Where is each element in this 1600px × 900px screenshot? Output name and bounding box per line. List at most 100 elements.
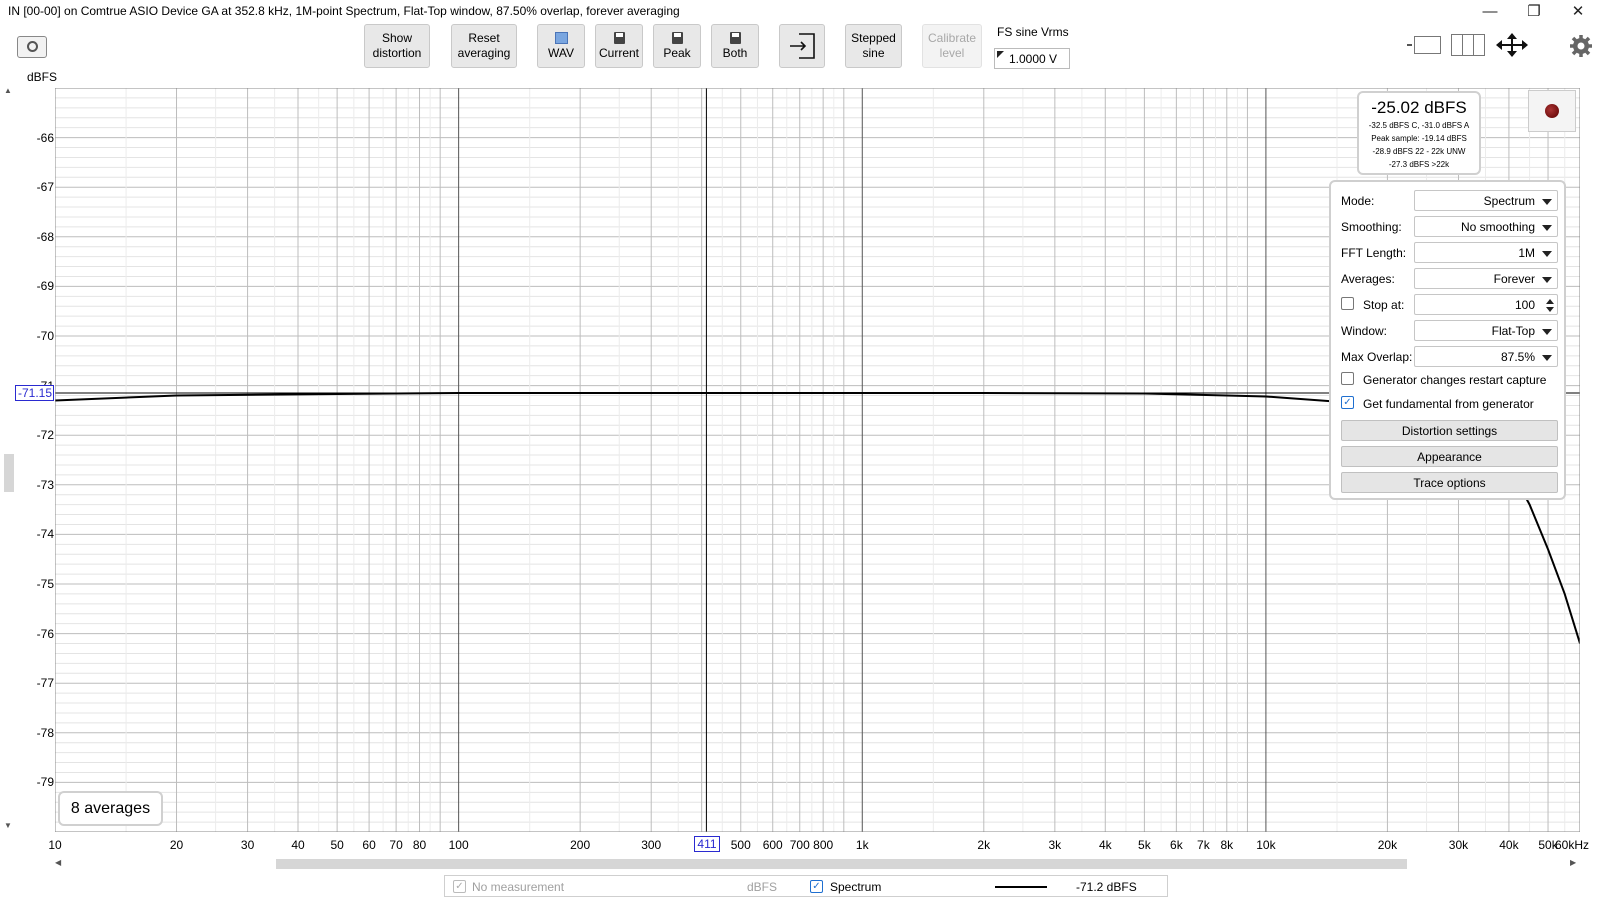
save-current-button[interactable]: Current — [595, 24, 643, 68]
y-tick-label: -79 — [36, 775, 54, 790]
split-pane-icon[interactable] — [1451, 34, 1485, 56]
fs-sine-input[interactable]: 1.0000 V — [994, 48, 1070, 69]
x-tick-label: 2k — [977, 838, 991, 852]
x-tick-label: 100 — [448, 838, 469, 852]
spectrum-value: -71.2 dBFS — [1076, 880, 1137, 894]
x-tick-label: 4k — [1098, 838, 1112, 852]
calibrate-level-button[interactable]: Calibrate level — [922, 24, 982, 68]
y-tick-label: -76 — [36, 626, 54, 641]
trace-options-button[interactable]: Trace options — [1341, 472, 1558, 493]
level-main-value: -25.02 dBFS — [1371, 98, 1467, 117]
y-tick-label: -68 — [36, 229, 54, 244]
generator-restart-label: Generator changes restart capture — [1363, 373, 1547, 387]
reset-line2: averaging — [457, 46, 511, 60]
spin-down-icon[interactable] — [1546, 307, 1554, 312]
scroll-down-arrow-icon[interactable]: ▼ — [4, 821, 12, 830]
window-label: Window: — [1341, 324, 1388, 338]
stepped-sine-button[interactable]: Stepped sine — [845, 24, 902, 68]
show-distortion-button[interactable]: Show distortion — [364, 24, 430, 68]
window-value: Flat-Top — [1491, 324, 1535, 338]
y-tick-label: -75 — [36, 577, 54, 591]
close-button[interactable]: ✕ — [1556, 0, 1600, 22]
fft-length-select[interactable]: 1M — [1414, 242, 1558, 263]
max-overlap-select[interactable]: 87.5% — [1414, 346, 1558, 367]
no-measurement-checkbox[interactable]: ✓ — [453, 880, 466, 893]
x-tick-label: 1k — [855, 838, 869, 852]
fs-sine-label: FS sine Vrms — [997, 25, 1069, 39]
title-bar: IN [00-00] on Comtrue ASIO Device GA at … — [0, 0, 1600, 22]
save-icon — [729, 31, 741, 44]
x-tick-label: 5k — [1138, 838, 1151, 852]
toolbar: Show distortion Reset averaging WAV Curr… — [0, 22, 1600, 74]
save-peak-button[interactable]: Peak — [653, 24, 701, 68]
stop-at-value: 100 — [1514, 298, 1535, 312]
appearance-button[interactable]: Appearance — [1341, 446, 1558, 467]
current-label: Current — [598, 45, 639, 60]
x-tick-label: 50 — [330, 838, 344, 852]
y-tick-label: -77 — [36, 676, 54, 691]
minimize-button[interactable]: — — [1468, 0, 1512, 22]
stop-at-input[interactable]: 100 — [1414, 294, 1558, 315]
wav-button[interactable]: WAV — [537, 24, 585, 68]
horizontal-scroll-thumb[interactable] — [276, 859, 1407, 869]
save-both-button[interactable]: Both — [711, 24, 759, 68]
move-icon[interactable] — [1494, 32, 1530, 58]
level-unweighted: -28.9 dBFS 22 - 22k UNW — [1372, 147, 1466, 156]
smoothing-value: No smoothing — [1460, 220, 1535, 234]
chevron-down-icon — [1542, 277, 1552, 283]
window-title: IN [00-00] on Comtrue ASIO Device GA at … — [8, 4, 680, 18]
x-tick-label: 6k — [1170, 838, 1183, 852]
max-overlap-value: 87.5% — [1500, 350, 1535, 364]
cursor-y-readout: -71.15 — [15, 385, 54, 402]
calibrate-line2: level — [939, 46, 965, 60]
import-button[interactable] — [779, 24, 825, 68]
vertical-scrollbar[interactable]: ▲ ▼ — [2, 86, 14, 832]
save-icon — [671, 31, 683, 44]
x-tick-label: 3k — [1048, 838, 1062, 852]
x-tick-label: 80 — [412, 838, 427, 852]
single-pane-icon[interactable] — [1407, 34, 1441, 56]
generator-restart-checkbox[interactable] — [1341, 372, 1354, 385]
x-tick-label: 800 — [813, 838, 834, 852]
smoothing-select[interactable]: No smoothing — [1414, 216, 1558, 237]
window-select[interactable]: Flat-Top — [1414, 320, 1558, 341]
fft-length-label: FFT Length: — [1341, 246, 1407, 260]
x-tick-label: 7k — [1197, 838, 1210, 852]
chevron-down-icon — [1542, 199, 1552, 205]
no-measurement-label: No measurement — [472, 880, 565, 894]
distortion-settings-button[interactable]: Distortion settings — [1341, 420, 1558, 441]
y-tick-label: -72 — [36, 428, 54, 443]
fs-sine-value: 1.0000 V — [1009, 52, 1058, 66]
x-tick-label: 700 — [789, 838, 810, 852]
both-label: Both — [722, 45, 748, 60]
x-tick-label: 10 — [48, 838, 62, 852]
fundamental-from-generator-checkbox[interactable]: ✓ — [1341, 396, 1354, 409]
y-tick-label: -74 — [36, 527, 54, 542]
stop-at-label: Stop at: — [1363, 298, 1405, 312]
spin-up-icon[interactable] — [1546, 299, 1554, 304]
camera-icon[interactable] — [17, 36, 47, 58]
x-tick-label: 60 — [362, 838, 376, 852]
x-tick-label: 60kHz — [1554, 838, 1590, 852]
stop-at-checkbox[interactable] — [1341, 297, 1354, 310]
x-tick-label: 40k — [1499, 838, 1519, 852]
averages-select[interactable]: Forever — [1414, 268, 1558, 289]
mode-select[interactable]: Spectrum — [1414, 190, 1558, 211]
spectrum-checkbox[interactable]: ✓ — [810, 880, 823, 893]
x-tick-label: 200 — [570, 838, 591, 852]
gear-icon[interactable] — [1569, 34, 1593, 58]
scroll-right-arrow-icon[interactable]: ▶ — [1570, 858, 1576, 867]
import-icon — [790, 33, 815, 59]
record-button[interactable] — [1528, 90, 1576, 132]
scroll-up-arrow-icon[interactable]: ▲ — [4, 86, 12, 95]
averages-count-badge: 8 averages — [58, 791, 163, 826]
stepped-line2: sine — [862, 46, 885, 60]
horizontal-scrollbar[interactable]: ◀ ▶ — [55, 856, 1580, 870]
maximize-button[interactable]: ❐ — [1512, 0, 1556, 22]
reset-averaging-button[interactable]: Reset averaging — [451, 24, 517, 68]
x-tick-label: 40 — [291, 838, 305, 852]
scroll-left-arrow-icon[interactable]: ◀ — [55, 858, 61, 867]
y-axis-unit: dBFS — [27, 70, 58, 84]
x-tick-label: 20 — [169, 838, 184, 852]
vertical-scroll-thumb[interactable] — [4, 454, 14, 492]
